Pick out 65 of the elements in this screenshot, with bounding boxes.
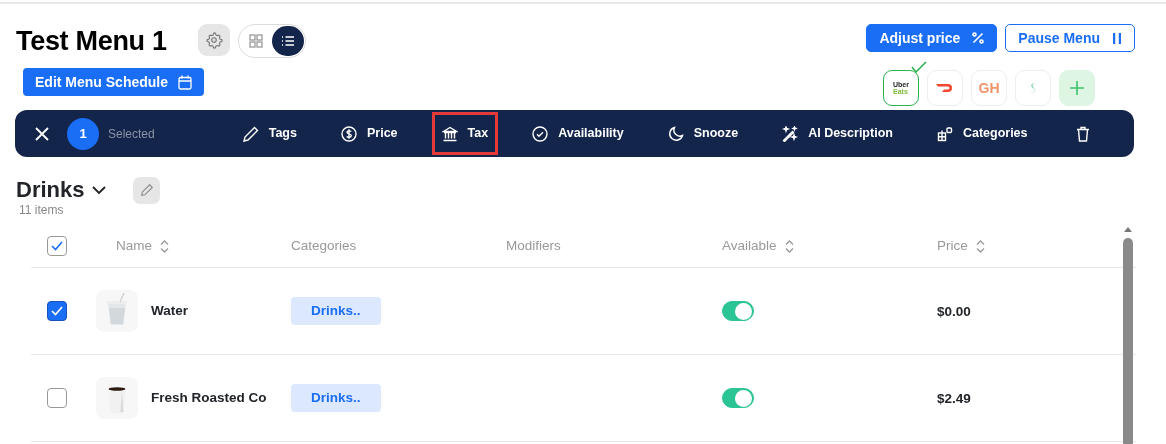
bank-icon [441,125,458,142]
action-button[interactable]: Tags [232,112,307,155]
select-all-checkbox[interactable] [47,236,67,256]
pause-icon [1112,32,1122,44]
item-price: $0.00 [937,304,971,319]
row-checkbox[interactable] [47,388,67,408]
logo-text: GH [978,81,1000,95]
scrollbar[interactable] [1122,226,1134,444]
category-tag[interactable]: Drinks.. [291,383,381,413]
leaf-icon [1029,82,1037,94]
action-button[interactable]: Categories [926,112,1038,155]
item-name: Fresh Roasted Co [151,388,267,407]
menu-title: Test Menu 1 [16,25,167,58]
plus-icon [1069,80,1085,96]
platform-button[interactable] [927,70,963,106]
action-button[interactable]: Availability [522,112,634,155]
item-count: 11 items [19,203,65,217]
pencil-icon [140,183,154,197]
list-icon [280,35,295,47]
close-icon[interactable] [35,126,49,141]
dollar-icon [340,125,357,142]
checkmark-icon [911,61,927,73]
pencil-icon [242,125,259,142]
category-tag[interactable]: Drinks.. [291,296,381,326]
action-button[interactable]: Price [330,112,408,155]
item-price: $2.49 [937,391,971,406]
add-platform-button[interactable] [1059,70,1095,106]
sort-icon[interactable] [975,239,985,253]
chevron-down-icon[interactable] [92,185,107,195]
row-checkbox[interactable] [47,301,67,321]
availability-toggle[interactable] [722,301,754,321]
grid-icon [248,34,263,48]
column-header[interactable]: Price [937,235,985,257]
column-header[interactable]: Name [116,235,169,257]
edit-button[interactable] [133,176,161,204]
item-name: Water [151,301,188,320]
pause-menu-button[interactable]: Pause Menu [1005,24,1135,52]
column-header[interactable]: Available [722,235,794,257]
gear-icon [204,31,223,49]
swoosh-icon [935,83,955,93]
check-icon [51,241,63,251]
action-button[interactable]: Snooze [657,112,749,155]
action-button[interactable]: Tax [431,112,499,155]
check-circle-icon [532,125,549,142]
selected-label: Selected [108,125,155,143]
calendar-icon [178,74,192,90]
moon-icon [667,125,684,142]
check-icon [51,306,63,316]
list-view-button[interactable] [271,26,304,56]
blocks-icon [936,125,953,142]
settings-button[interactable] [197,24,230,56]
action-button[interactable]: AI Description [772,112,903,155]
column-header: Categories [291,236,357,255]
adjust-price-button[interactable]: Adjust price [866,24,998,52]
percent-icon [972,32,985,44]
platform-button[interactable]: GH [971,70,1007,106]
edit-schedule-button[interactable]: Edit Menu Schedule [23,68,204,96]
availability-toggle[interactable] [722,388,754,408]
selected-count-badge: 1 [67,117,99,150]
sort-icon[interactable] [784,239,794,253]
category-title: Drinks [16,176,85,204]
column-header: Modifiers [506,236,561,255]
delete-icon[interactable] [1075,125,1090,142]
sort-icon[interactable] [160,239,169,253]
magic-wand-icon [782,125,799,142]
